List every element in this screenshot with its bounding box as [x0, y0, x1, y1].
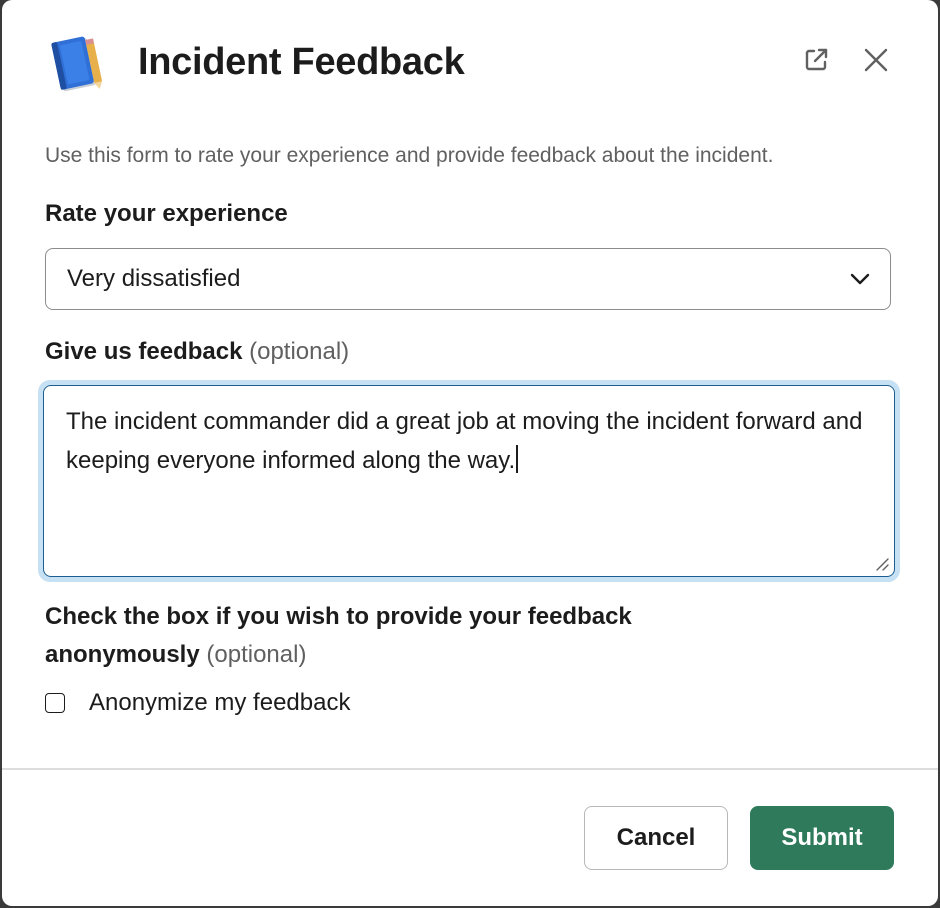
feedback-optional-tag: (optional)	[249, 338, 350, 365]
modal-header: Incident Feedback	[2, 0, 938, 122]
anonymous-label-text: Check the box if you wish to provide you…	[45, 603, 632, 668]
submit-button[interactable]: Submit	[750, 806, 894, 870]
modal-title: Incident Feedback	[138, 41, 465, 83]
rating-label: Rate your experience	[45, 200, 288, 227]
cancel-button[interactable]: Cancel	[584, 806, 728, 870]
form-intro: Use this form to rate your experience an…	[45, 144, 774, 167]
anonymize-checkbox-row[interactable]: Anonymize my feedback	[45, 686, 350, 720]
rating-selected-value: Very dissatisfied	[67, 265, 241, 292]
incident-feedback-modal: Incident Feedback Use this form to rate …	[2, 0, 938, 906]
anonymize-checkbox[interactable]	[45, 693, 65, 713]
close-button[interactable]	[856, 40, 896, 80]
feedback-label: Give us feedback (optional)	[45, 336, 349, 368]
feedback-textarea[interactable]: The incident commander did a great job a…	[43, 385, 895, 577]
popout-icon	[805, 48, 828, 71]
close-icon	[864, 48, 888, 72]
rating-select[interactable]: Very dissatisfied	[45, 248, 891, 310]
resize-handle-icon[interactable]	[874, 556, 890, 572]
feedback-label-text: Give us feedback	[45, 338, 243, 365]
footer-divider	[2, 768, 938, 770]
text-caret	[516, 445, 519, 473]
chevron-down-icon	[850, 273, 870, 285]
popout-button[interactable]	[796, 40, 836, 80]
anonymous-label: Check the box if you wish to provide you…	[45, 598, 745, 674]
feedback-text: The incident commander did a great job a…	[66, 408, 863, 474]
feedback-focus-ring: The incident commander did a great job a…	[38, 380, 900, 582]
anonymize-checkbox-label[interactable]: Anonymize my feedback	[89, 689, 350, 717]
notebook-icon	[51, 36, 103, 92]
anonymous-optional-tag: (optional)	[206, 641, 307, 668]
